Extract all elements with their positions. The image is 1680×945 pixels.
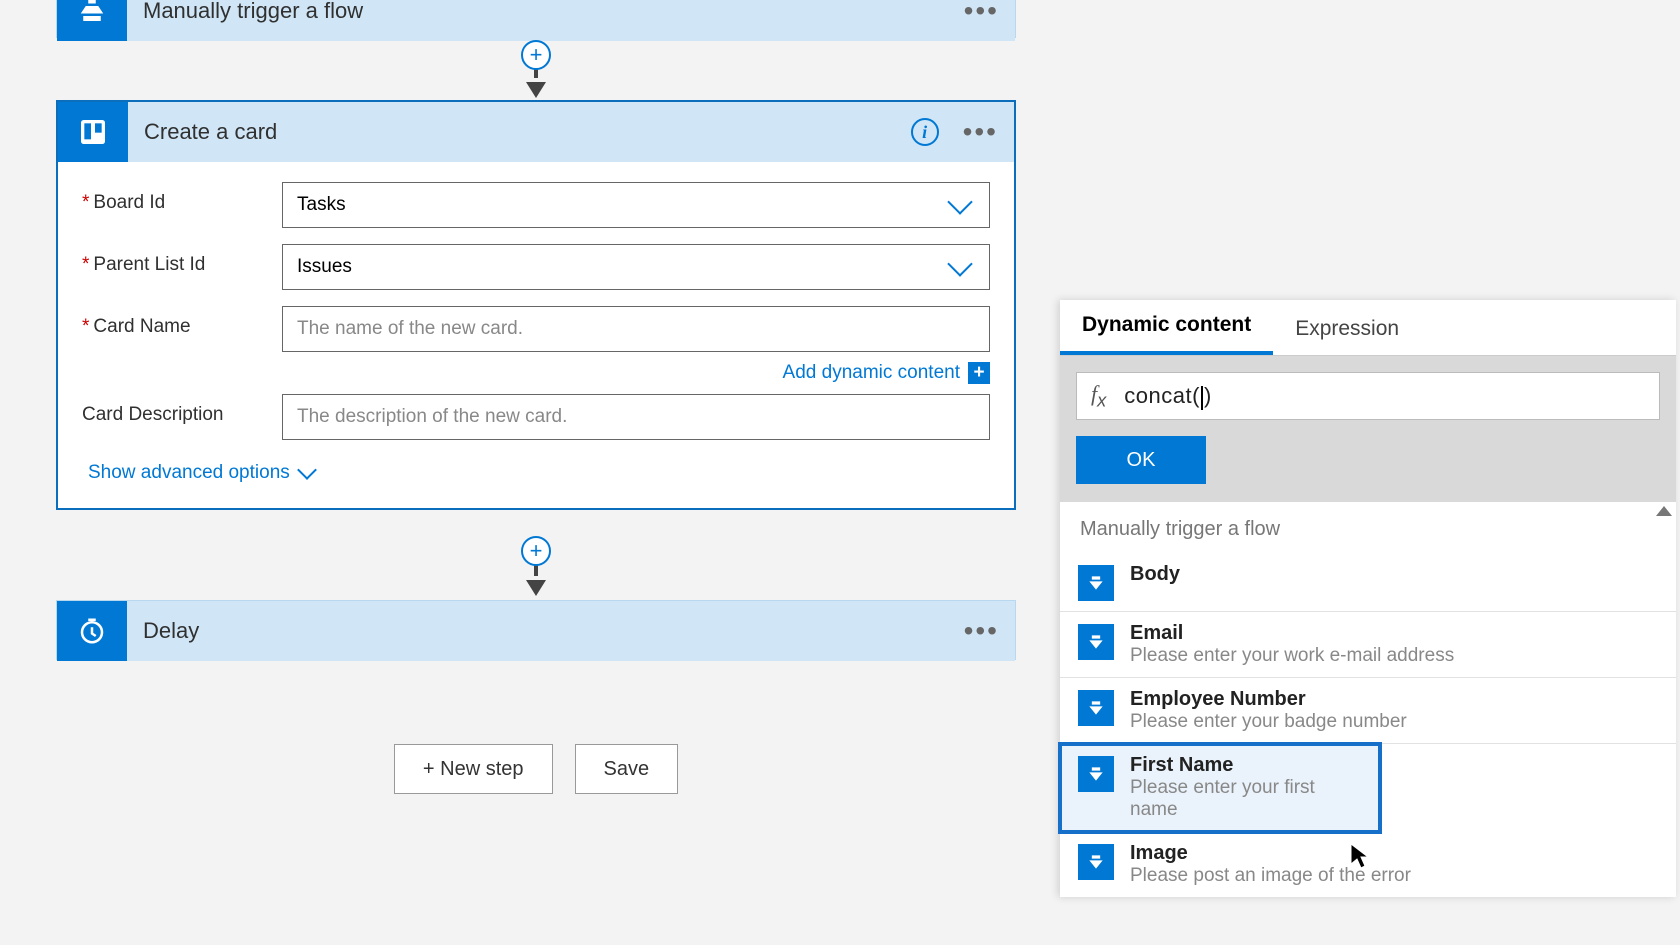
connector-1: + <box>56 40 1016 98</box>
new-step-button[interactable]: + New step <box>394 744 553 794</box>
show-advanced-options[interactable]: Show advanced options <box>82 456 990 498</box>
trigger-menu-button[interactable]: ••• <box>964 0 999 27</box>
trello-icon <box>58 102 128 162</box>
create-card-step[interactable]: Create a card i ••• *Board Id Tasks *Par… <box>56 100 1016 510</box>
add-dynamic-content-link[interactable]: Add dynamic content + <box>783 362 990 384</box>
expression-input[interactable]: fx concat() <box>1076 372 1660 420</box>
dc-item-employee-number[interactable]: Employee Number Please enter your badge … <box>1060 678 1676 744</box>
dc-item-first-name[interactable]: First Name Please enter your first name <box>1060 744 1380 832</box>
plus-icon: + <box>968 362 990 384</box>
ok-button[interactable]: OK <box>1076 436 1206 484</box>
chevron-down-icon <box>947 251 972 276</box>
info-icon[interactable]: i <box>911 118 939 146</box>
parent-list-select[interactable]: Issues <box>282 244 990 290</box>
delay-icon <box>57 601 127 661</box>
dc-item-body[interactable]: Body <box>1060 553 1676 612</box>
create-card-menu-button[interactable]: ••• <box>963 116 998 148</box>
input-icon <box>1078 565 1114 601</box>
tab-dynamic-content[interactable]: Dynamic content <box>1060 299 1273 355</box>
input-icon <box>1078 624 1114 660</box>
delay-title: Delay <box>127 618 199 644</box>
chevron-down-icon <box>297 460 317 480</box>
input-icon <box>1078 756 1114 792</box>
fx-icon: fx <box>1091 381 1106 411</box>
tab-expression[interactable]: Expression <box>1273 303 1421 355</box>
card-name-input[interactable]: The name of the new card. <box>282 306 990 352</box>
dc-group-header: Manually trigger a flow <box>1060 502 1676 553</box>
cursor-icon <box>1348 842 1372 872</box>
dc-item-email[interactable]: Email Please enter your work e-mail addr… <box>1060 612 1676 678</box>
dynamic-content-panel: Dynamic content Expression fx concat() O… <box>1060 300 1676 897</box>
input-icon <box>1078 844 1114 880</box>
save-button[interactable]: Save <box>575 744 679 794</box>
parent-list-label: *Parent List Id <box>82 244 282 276</box>
create-card-title: Create a card <box>128 119 277 145</box>
delay-menu-button[interactable]: ••• <box>964 615 999 647</box>
board-id-label: *Board Id <box>82 182 282 214</box>
trigger-icon <box>57 0 127 41</box>
trigger-card[interactable]: Manually trigger a flow ••• <box>56 0 1016 38</box>
add-step-between-1[interactable]: + <box>521 40 551 70</box>
card-desc-label: Card Description <box>82 394 282 426</box>
add-step-between-2[interactable]: + <box>521 536 551 566</box>
input-icon <box>1078 690 1114 726</box>
scroll-up-icon[interactable] <box>1656 506 1672 516</box>
card-desc-input[interactable]: The description of the new card. <box>282 394 990 440</box>
connector-2: + <box>56 536 1016 602</box>
board-id-select[interactable]: Tasks <box>282 182 990 228</box>
card-name-label: *Card Name <box>82 306 282 338</box>
trigger-title: Manually trigger a flow <box>127 0 363 24</box>
delay-step[interactable]: Delay ••• <box>56 600 1016 660</box>
chevron-down-icon <box>947 189 972 214</box>
